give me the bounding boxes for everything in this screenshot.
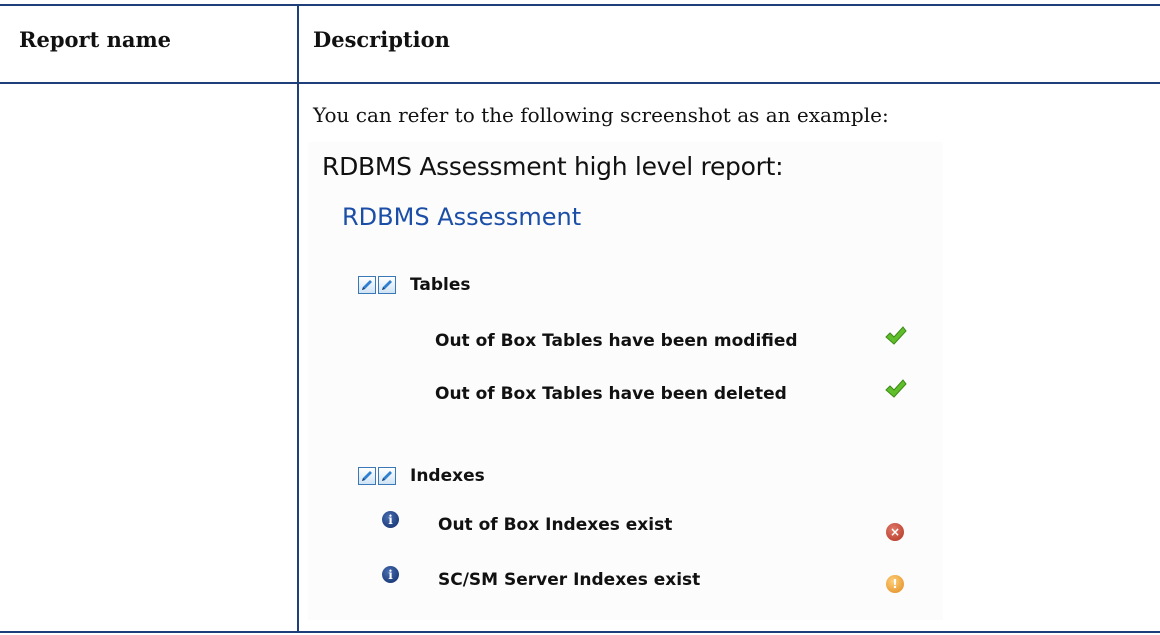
check-icon	[885, 379, 907, 398]
edit-icon[interactable]	[378, 276, 396, 294]
list-item: SC/SM Server Indexes exist	[438, 570, 701, 590]
section-tables: Tables	[358, 273, 471, 297]
table-top-rule	[0, 4, 1160, 6]
column-header-report-name: Report name	[19, 27, 172, 52]
check-icon	[885, 326, 907, 345]
section-label: Indexes	[410, 466, 485, 486]
edit-icon[interactable]	[358, 276, 376, 294]
section-indexes: Indexes	[358, 464, 485, 488]
list-item: Out of Box Indexes exist	[438, 515, 673, 535]
screenshot-heading: RDBMS Assessment	[342, 203, 582, 231]
list-item: Out of Box Tables have been modified	[435, 331, 798, 351]
column-divider	[297, 4, 299, 633]
table-header-rule	[0, 82, 1160, 84]
table-bottom-rule	[0, 631, 1160, 633]
edit-icon[interactable]	[378, 467, 396, 485]
edit-icon[interactable]	[358, 467, 376, 485]
example-screenshot: RDBMS Assessment high level report: RDBM…	[308, 142, 943, 620]
warning-icon: !	[886, 575, 904, 593]
info-icon: i	[382, 566, 399, 583]
info-icon: i	[382, 511, 399, 528]
list-item: Out of Box Tables have been deleted	[435, 384, 787, 404]
screenshot-title: RDBMS Assessment high level report:	[322, 152, 784, 181]
section-label: Tables	[410, 275, 471, 295]
column-header-description: Description	[313, 27, 450, 52]
error-icon: ×	[886, 523, 904, 541]
description-intro-text: You can refer to the following screensho…	[313, 103, 889, 127]
